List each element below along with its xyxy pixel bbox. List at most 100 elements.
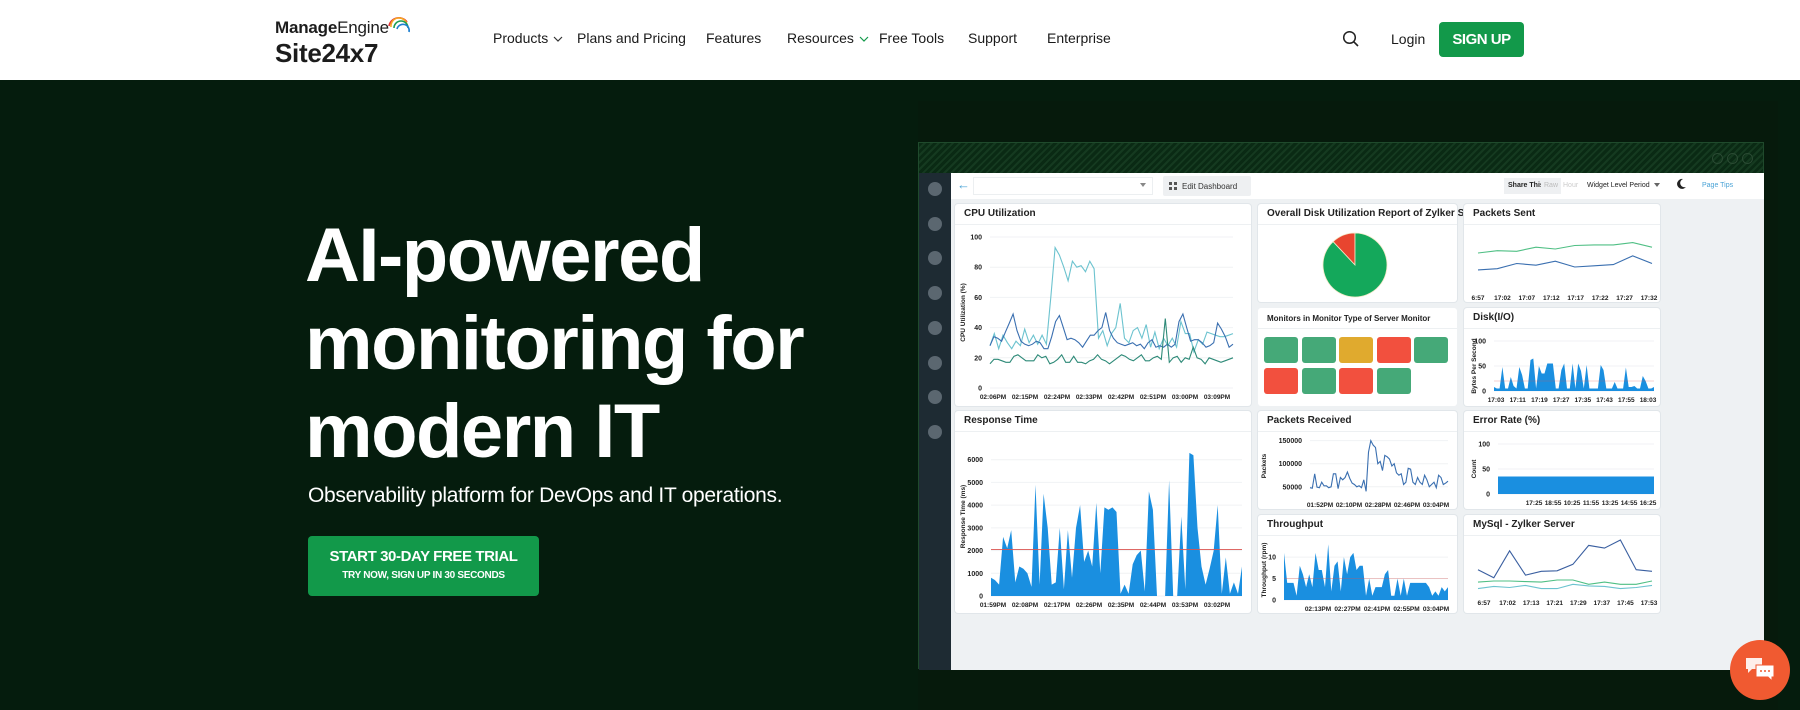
dashboard-select[interactable] [973, 177, 1153, 195]
widget-disk-utilization[interactable]: Overall Disk Utilization Report of Zylke… [1258, 204, 1489, 302]
y-tick-label: 20 [974, 355, 982, 362]
signup-button[interactable]: SIGN UP [1439, 22, 1524, 57]
y-tick-label: 40 [974, 325, 982, 332]
widget-level-period-select[interactable]: Widget Level Period [1587, 178, 1660, 194]
sidebar-nav-icon[interactable] [928, 320, 942, 335]
hour-toggle[interactable]: Hour [1563, 178, 1578, 194]
chat-bubbles-icon [1746, 658, 1775, 683]
y-tick-label: 3000 [967, 525, 983, 532]
widget-packets-received[interactable]: Packets Received 50000 100000 150000 Packet… [1258, 411, 1457, 509]
monitor-status-tile-up[interactable] [1301, 367, 1336, 394]
x-tick-label: 10:25 [1564, 500, 1581, 507]
throughput-chart: 0 5 10Throughput (rpm) 02:13PM 02:27PM 02:41P… [1261, 543, 1449, 613]
monitor-status-tile-up[interactable] [1414, 337, 1448, 363]
series-1-line [1477, 242, 1653, 254]
y-axis-label: Packets [1261, 453, 1268, 478]
x-tick-label: 01:59PM [980, 602, 1006, 609]
y-tick-label: 100 [1478, 442, 1490, 449]
x-tick-label: 17:13 [1523, 600, 1540, 607]
nav-products[interactable]: Products [493, 30, 563, 46]
raw-toggle[interactable]: Raw [1541, 178, 1562, 194]
y-tick-label: 5000 [967, 480, 983, 487]
x-tick-label: 02:42PM [1108, 394, 1134, 401]
pie-slice-used [1322, 232, 1388, 298]
nav-features[interactable]: Features [706, 30, 761, 46]
x-tick-label: 17:27 [1616, 295, 1633, 302]
widget-cpu-utilization[interactable]: CPU Utilization 0 20 40 60 80 100 CPU Utilizat… [955, 204, 1251, 406]
monitor-status-tile-down[interactable] [1339, 367, 1373, 394]
x-tick-label: 02:15PM [1012, 394, 1038, 401]
monitor-status-tile-down[interactable] [1376, 337, 1411, 363]
y-axis-label: Response Time (ms) [960, 485, 967, 548]
monitor-status-tile-down[interactable] [1264, 367, 1298, 394]
start-free-trial-button[interactable]: START 30-DAY FREE TRIAL TRY NOW, SIGN UP… [308, 536, 539, 596]
widget-title: MySql - Zylker Server [1473, 519, 1575, 530]
logo-brand: Manage [275, 18, 338, 37]
caret-down-icon [1140, 183, 1146, 187]
sidebar-nav-icon[interactable] [928, 424, 942, 439]
y-tick-label: 50 [1478, 364, 1486, 371]
page-tips-link[interactable]: Page Tips [1702, 178, 1733, 194]
x-tick-label: 17:17 [1567, 295, 1584, 302]
search-icon[interactable] [1341, 29, 1361, 49]
nav-label: Plans and Pricing [577, 30, 686, 46]
nav-enterprise[interactable]: Enterprise [1047, 30, 1111, 46]
y-axis-label: CPU Utilization (%) [960, 283, 967, 342]
widget-throughput[interactable]: Throughput 0 5 10 Throughput (rpm) 02:13PM 02… [1258, 515, 1457, 613]
disk-io-chart: 050100Bytes Per Second17:03 17:11 17:19 17:… [1471, 338, 1657, 404]
series-3-line [989, 318, 1234, 365]
series-area [1494, 358, 1654, 391]
login-link[interactable]: Login [1391, 31, 1425, 47]
series-1-line [989, 245, 1234, 354]
widget-response-time[interactable]: Response Time 0 1000 2000 3000 4000 5000 6000 R… [955, 411, 1251, 613]
series-2-line [1477, 579, 1653, 585]
widget-monitors[interactable]: Monitors in Monitor Type of Server Monit… [1258, 308, 1457, 406]
sidebar-nav-icon[interactable] [928, 355, 942, 370]
sidebar-nav-icon[interactable] [928, 390, 942, 405]
nav-label: Products [493, 30, 549, 46]
widget-error-rate[interactable]: Error Rate (%) 0 50 100 Count 17:25 18:55 10:2… [1464, 411, 1660, 509]
arrow-left-icon[interactable]: ← [957, 177, 970, 192]
sidebar-nav-icon[interactable] [928, 251, 942, 266]
y-tick-label: 0 [1482, 389, 1486, 396]
nav-plans-and-pricing[interactable]: Plans and Pricing [577, 30, 686, 46]
hero-title: AI-powered monitoring for modern IT [305, 212, 865, 476]
x-tick-label: 03:00PM [1172, 394, 1198, 401]
nav-label: Free Tools [879, 30, 945, 46]
sidebar-nav-icon[interactable] [928, 182, 942, 196]
x-tick-label: 03:53PM [1172, 602, 1198, 609]
x-tick-label: 17:55 [1618, 397, 1635, 404]
y-tick-label: 5 [1272, 576, 1276, 583]
nav-label: Features [706, 30, 762, 46]
packets-sent-chart: 6:57 17:02 17:07 17:12 17:17 17:22 17:27 17:32 [1471, 242, 1658, 302]
monitor-status-tile-up[interactable] [1264, 337, 1298, 363]
sidebar-nav-icon[interactable] [928, 286, 942, 301]
y-axis-label: Count [1471, 459, 1478, 479]
nav-free-tools[interactable]: Free Tools [879, 30, 944, 46]
monitor-status-tile-trouble[interactable] [1339, 337, 1373, 363]
series-area [1498, 476, 1654, 494]
monitor-status-tile-up[interactable] [1301, 337, 1336, 363]
hero-subtitle: Observability platform for DevOps and IT… [308, 484, 783, 507]
moon-icon[interactable] [1677, 178, 1687, 190]
widget-packets-sent[interactable]: Packets Sent 6:57 17:02 17:07 17:12 17:17 17:… [1464, 204, 1660, 302]
y-tick-label: 4000 [967, 503, 983, 510]
x-tick-label: 17:03 [1488, 397, 1505, 404]
grid-icon [1169, 182, 1177, 190]
y-tick-label: 0 [979, 594, 983, 601]
edit-dashboard-button[interactable]: Edit Dashboard [1163, 176, 1251, 196]
x-tick-label: 01:52PM [1307, 502, 1333, 509]
x-tick-label: 17:19 [1531, 397, 1548, 404]
x-tick-label: 02:44PM [1140, 602, 1166, 609]
monitor-status-tile-up[interactable] [1376, 367, 1411, 394]
nav-resources[interactable]: Resources [787, 30, 869, 46]
y-axis-label: Throughput (rpm) [1261, 543, 1268, 598]
y-tick-label: 10 [1268, 555, 1276, 562]
chat-button[interactable] [1730, 640, 1790, 700]
widget-disk-io[interactable]: Disk(I/O) 0 50 100 Bytes Per Second 17:03 17:… [1464, 308, 1660, 406]
nav-support[interactable]: Support [968, 30, 1017, 46]
sidebar-nav-icon[interactable] [928, 216, 942, 231]
site24x7-logo[interactable]: ManageEngine Site24x7 [275, 14, 415, 70]
widget-mysql[interactable]: MySql - Zylker Server 6:57 17:02 17:13 17:2… [1464, 515, 1660, 613]
x-tick-label: 17:32 [1641, 295, 1658, 302]
